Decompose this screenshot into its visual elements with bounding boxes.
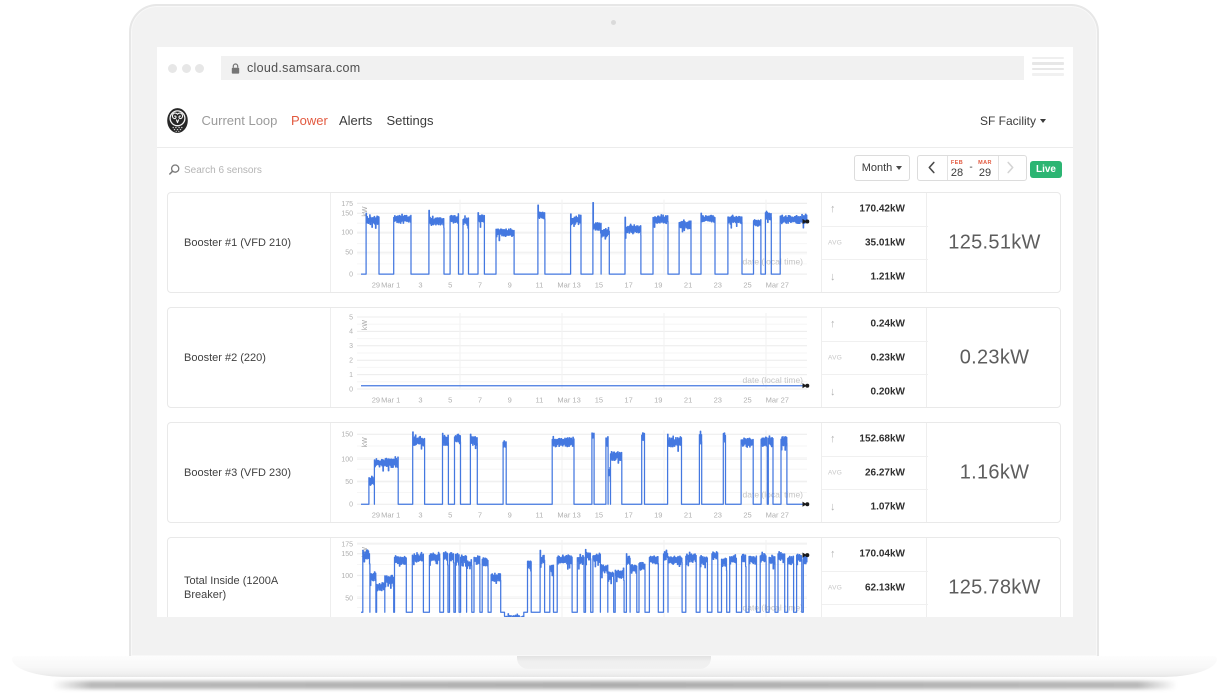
svg-text:7: 7	[478, 281, 482, 290]
svg-text:21: 21	[684, 396, 692, 405]
svg-text:11: 11	[536, 396, 544, 405]
svg-text:3: 3	[418, 281, 422, 290]
svg-text:15: 15	[595, 396, 603, 405]
svg-text:23: 23	[714, 511, 722, 520]
svg-text:15: 15	[595, 281, 603, 290]
svg-text:11: 11	[536, 511, 544, 520]
svg-text:1: 1	[349, 372, 353, 379]
svg-text:21: 21	[684, 281, 692, 290]
svg-text:9: 9	[508, 511, 512, 520]
svg-text:0: 0	[349, 271, 353, 278]
svg-text:29: 29	[372, 281, 380, 290]
svg-text:5: 5	[448, 396, 452, 405]
svg-text:0: 0	[349, 386, 353, 393]
svg-text:17: 17	[624, 511, 632, 520]
svg-text:Mar 13: Mar 13	[557, 511, 580, 520]
svg-text:date (local time): date (local time)	[743, 375, 804, 385]
svg-text:11: 11	[536, 281, 544, 290]
svg-text:50: 50	[345, 250, 353, 257]
svg-text:Mar 27: Mar 27	[766, 281, 789, 290]
svg-text:3: 3	[349, 343, 353, 350]
svg-text:date (local time): date (local time)	[743, 257, 804, 267]
svg-text:19: 19	[654, 511, 662, 520]
svg-text:4: 4	[349, 329, 353, 336]
svg-text:19: 19	[654, 396, 662, 405]
svg-text:Mar 13: Mar 13	[557, 281, 580, 290]
svg-text:Mar 27: Mar 27	[766, 396, 789, 405]
svg-text:50: 50	[345, 596, 353, 603]
svg-text:17: 17	[624, 281, 632, 290]
svg-text:2: 2	[349, 358, 353, 365]
svg-text:0: 0	[349, 502, 353, 509]
svg-text:15: 15	[595, 511, 603, 520]
svg-text:5: 5	[349, 314, 353, 321]
svg-text:7: 7	[478, 396, 482, 405]
svg-text:3: 3	[418, 396, 422, 405]
svg-text:100: 100	[341, 573, 353, 580]
svg-text:23: 23	[714, 396, 722, 405]
svg-text:Mar 1: Mar 1	[381, 511, 400, 520]
svg-text:25: 25	[743, 396, 751, 405]
svg-text:19: 19	[654, 281, 662, 290]
svg-text:100: 100	[341, 456, 353, 463]
svg-text:7: 7	[478, 511, 482, 520]
svg-text:5: 5	[448, 511, 452, 520]
svg-text:175: 175	[341, 541, 353, 548]
svg-text:kW: kW	[362, 437, 369, 448]
svg-text:21: 21	[684, 511, 692, 520]
svg-text:150: 150	[341, 551, 353, 558]
svg-text:29: 29	[372, 511, 380, 520]
svg-text:25: 25	[743, 511, 751, 520]
svg-text:3: 3	[418, 511, 422, 520]
svg-text:175: 175	[341, 201, 353, 208]
svg-text:Mar 27: Mar 27	[766, 511, 789, 520]
svg-text:17: 17	[624, 396, 632, 405]
svg-text:Mar 1: Mar 1	[381, 281, 400, 290]
svg-text:kW: kW	[362, 320, 369, 331]
svg-text:Mar 1: Mar 1	[381, 396, 400, 405]
svg-text:Mar 13: Mar 13	[557, 396, 580, 405]
svg-text:23: 23	[714, 281, 722, 290]
svg-text:150: 150	[341, 432, 353, 439]
svg-text:9: 9	[508, 281, 512, 290]
svg-text:29: 29	[372, 396, 380, 405]
svg-text:5: 5	[448, 281, 452, 290]
svg-text:9: 9	[508, 396, 512, 405]
svg-text:100: 100	[341, 230, 353, 237]
svg-text:50: 50	[345, 479, 353, 486]
svg-text:150: 150	[341, 211, 353, 218]
svg-text:25: 25	[743, 281, 751, 290]
